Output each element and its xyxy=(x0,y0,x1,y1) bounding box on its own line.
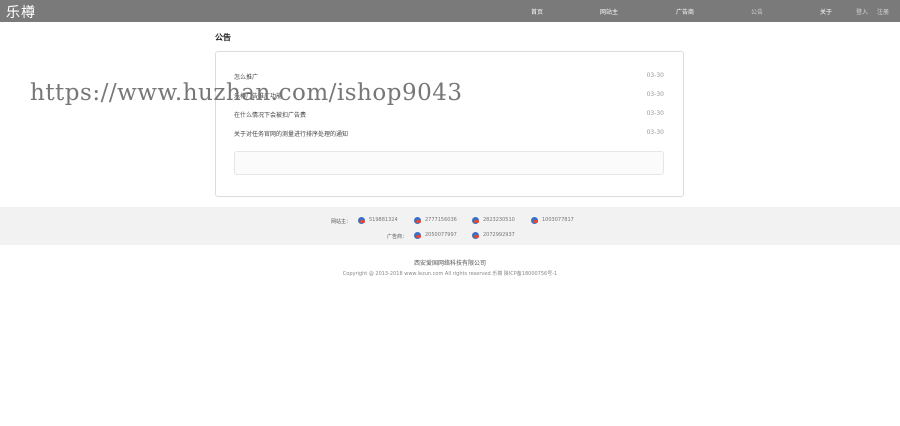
nav-advertiser[interactable]: 广告商 xyxy=(676,7,694,16)
top-navbar: 乐樽 首页 网站主 广告商 公告 关于 登入 注册 xyxy=(0,0,900,22)
announcement-date: 03-30 xyxy=(646,72,664,79)
company-name: 西安爱国网络科技有限公司 xyxy=(413,260,486,267)
qq-contact[interactable]: 2072992937 xyxy=(472,231,515,239)
qq-icon xyxy=(472,231,481,239)
qq-icon xyxy=(531,216,540,224)
announcement-title[interactable]: 在什么情况下会被扣广告费 xyxy=(234,110,306,119)
qq-contact[interactable]: 2050077997 xyxy=(414,231,457,239)
qq-contact[interactable]: 519881324 xyxy=(358,216,398,224)
qq-icon xyxy=(414,231,423,239)
site-logo[interactable]: 乐樽 xyxy=(6,2,36,22)
qq-icon xyxy=(472,216,481,224)
announcement-date: 03-30 xyxy=(646,110,664,117)
contact-band xyxy=(0,207,900,245)
nav-about[interactable]: 关于 xyxy=(820,7,832,16)
advertiser-label: 广告商： xyxy=(387,234,408,240)
announcement-item[interactable]: 在什么情况下会被扣广告费 03-30 xyxy=(234,110,664,120)
qq-contact[interactable]: 2823230510 xyxy=(472,216,515,224)
announcement-date: 03-30 xyxy=(646,91,664,98)
register-link[interactable]: 注册 xyxy=(877,7,889,16)
nav-webmaster[interactable]: 网站主 xyxy=(600,7,618,16)
qq-icon xyxy=(358,216,367,224)
qq-icon xyxy=(414,216,423,224)
nav-home[interactable]: 首页 xyxy=(531,7,543,16)
watermark: https://www.huzhan.com/ishop9043 xyxy=(30,80,463,106)
page-title: 公告 xyxy=(215,33,231,42)
login-link[interactable]: 登入 xyxy=(856,7,868,16)
announcement-title[interactable]: 关于对任务官网的测量进行排序处理的通知 xyxy=(234,129,348,138)
announcement-item[interactable]: 关于对任务官网的测量进行排序处理的通知 03-30 xyxy=(234,129,664,139)
webmaster-label: 网站主： xyxy=(331,219,352,225)
copyright-text: Copyright @ 2013-2018 www.lezun.com All … xyxy=(342,271,558,277)
pagination-box xyxy=(234,151,664,175)
qq-contact[interactable]: 1003077817 xyxy=(531,216,574,224)
qq-contact[interactable]: 2777156036 xyxy=(414,216,457,224)
nav-announcement[interactable]: 公告 xyxy=(751,7,763,16)
announcement-date: 03-30 xyxy=(646,129,664,136)
